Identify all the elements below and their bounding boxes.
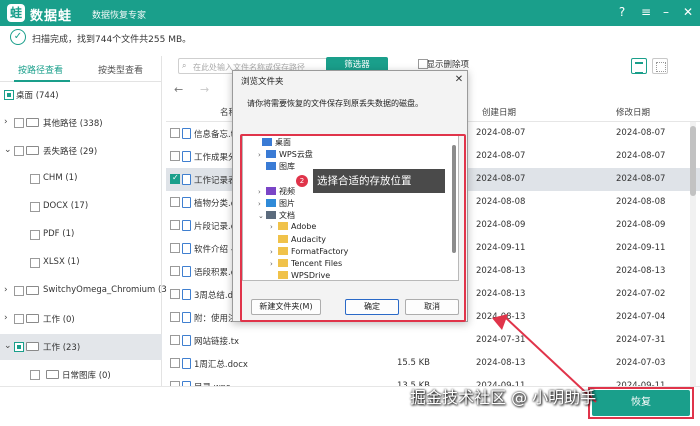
watermark-text: 掘金技术社区 @ 小明助手 [410, 388, 597, 407]
annotation-arrows [492, 314, 694, 419]
recover-highlight [588, 387, 694, 419]
arrow-head [492, 314, 508, 330]
